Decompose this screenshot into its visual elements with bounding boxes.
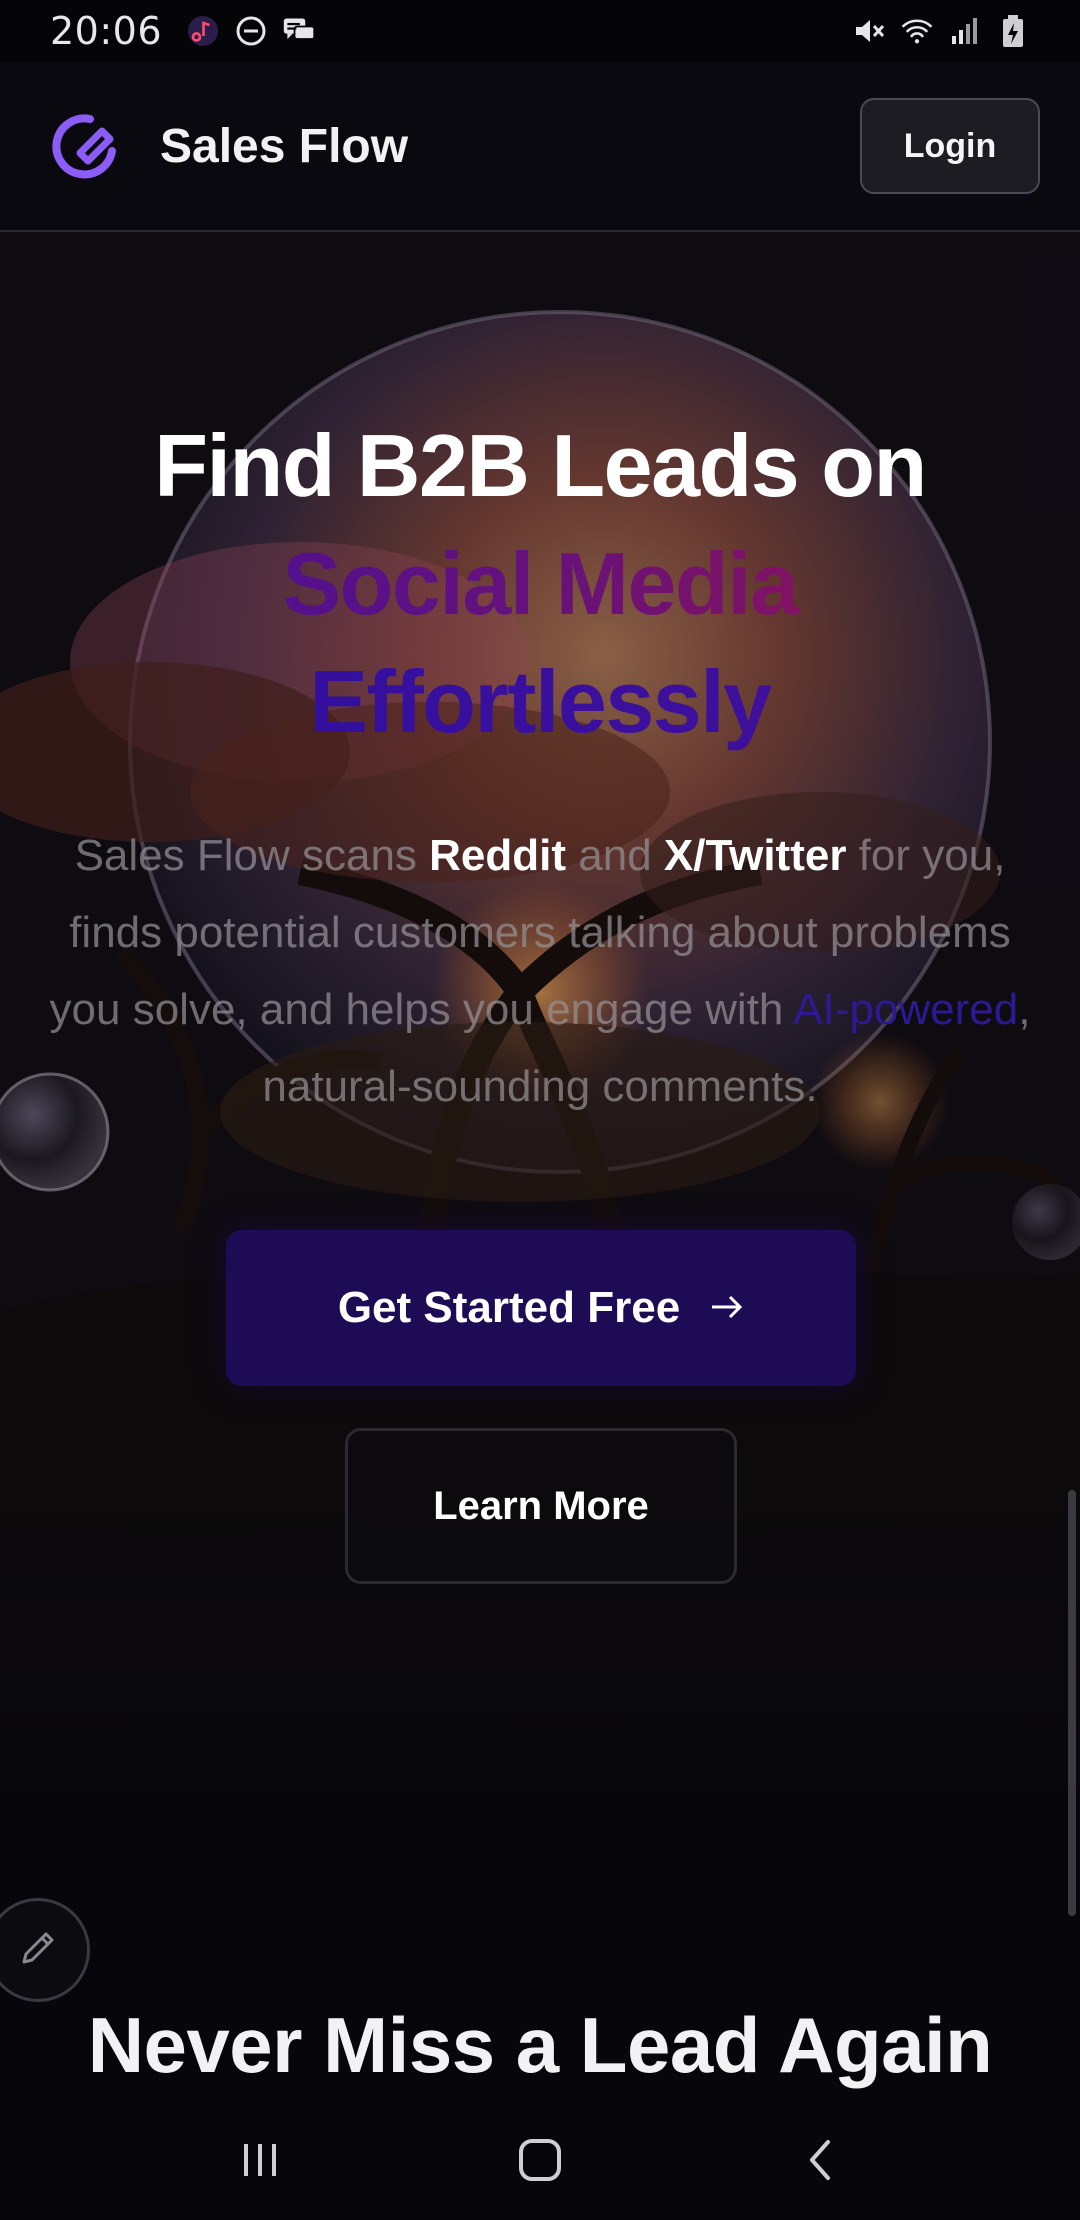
hero-title-line1: Find B2B Leads on: [154, 416, 927, 515]
brand-name[interactable]: Sales Flow: [160, 119, 408, 174]
do-not-disturb-icon: [234, 14, 268, 48]
site-header: Sales Flow Login: [0, 62, 1080, 232]
twitter-highlight: X/Twitter: [663, 831, 847, 880]
back-icon[interactable]: [780, 2120, 860, 2200]
home-icon[interactable]: [500, 2120, 580, 2200]
ai-powered-highlight: AI-powered: [793, 985, 1019, 1034]
login-button[interactable]: Login: [860, 98, 1040, 194]
page-scrollbar[interactable]: [1068, 1490, 1076, 1916]
edit-fab-button[interactable]: [0, 1898, 90, 2002]
music-notification-icon: [186, 14, 220, 48]
sales-flow-logo-icon[interactable]: [50, 111, 120, 181]
pencil-icon: [16, 1926, 60, 1975]
mute-icon: [852, 14, 886, 48]
hero-description: Sales Flow scans Reddit and X/Twitter fo…: [49, 831, 1031, 1111]
wifi-icon: [900, 14, 934, 48]
hero-title-highlight: Social Media: [0, 525, 1080, 643]
status-time: 20:06: [50, 9, 163, 53]
section-title: Never Miss a Lead Again: [87, 2001, 993, 2089]
reddit-highlight: Reddit: [429, 831, 567, 880]
get-started-button[interactable]: Get Started Free: [226, 1230, 856, 1386]
hero-section: Find B2B Leads on Social Media Effortles…: [0, 232, 1080, 1792]
system-navigation-bar: [0, 2100, 1080, 2220]
status-system-icons: [852, 14, 1030, 48]
status-bar: 20:06: [0, 0, 1080, 62]
battery-charging-icon: [996, 14, 1030, 48]
status-notification-icons: [186, 14, 316, 48]
arrow-right-icon: [710, 1283, 744, 1333]
signal-icon: [948, 14, 982, 48]
chat-notification-icon: [282, 14, 316, 48]
hero-title-line3: Effortlessly: [0, 643, 1080, 761]
recent-apps-icon[interactable]: [220, 2120, 300, 2200]
get-started-label: Get Started Free: [337, 1283, 681, 1332]
hero-title: Find B2B Leads on Social Media Effortles…: [0, 407, 1080, 761]
learn-more-button[interactable]: Learn More: [345, 1428, 737, 1584]
